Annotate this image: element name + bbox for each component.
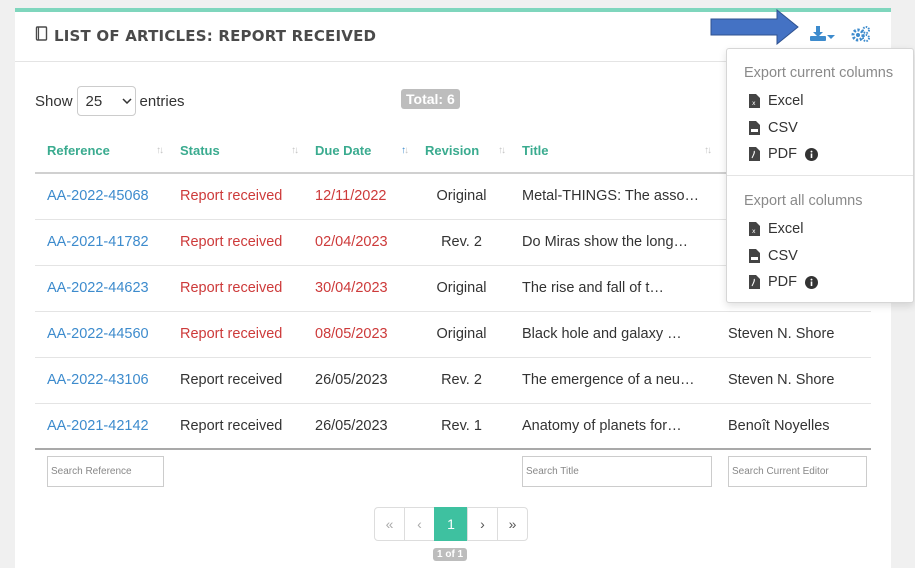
- annotation-arrow: [697, 8, 805, 48]
- column-header-revision[interactable]: Revision ↑↓: [413, 129, 510, 174]
- page-size-select[interactable]: 25: [76, 86, 136, 116]
- revision-cell: Original: [413, 173, 510, 220]
- table-row: AA-2022-43106 Report received 26/05/2023…: [35, 357, 871, 404]
- current-page-button[interactable]: 1: [434, 507, 468, 541]
- csv-file-icon: [747, 121, 761, 135]
- sort-icon: ↑↓: [401, 145, 409, 156]
- export-all-excel[interactable]: x Excel: [747, 221, 803, 237]
- download-icon: [810, 26, 826, 44]
- status-cell: Report received: [168, 311, 303, 358]
- pagination: « ‹ 1 › »: [374, 507, 528, 541]
- sort-icon: ↑↓: [291, 145, 299, 156]
- menu-divider: [727, 175, 913, 176]
- reference-link[interactable]: AA-2022-45068: [35, 173, 168, 220]
- reference-link[interactable]: AA-2021-42142: [35, 403, 168, 450]
- export-current-excel[interactable]: x Excel: [747, 93, 803, 109]
- revision-cell: Original: [413, 311, 510, 358]
- prev-page-button[interactable]: ‹: [404, 507, 435, 541]
- reference-link[interactable]: AA-2021-41782: [35, 219, 168, 266]
- reference-link[interactable]: AA-2022-44560: [35, 311, 168, 358]
- export-dropdown-button[interactable]: [810, 26, 836, 44]
- page-title: LIST OF ARTICLES: REPORT RECEIVED: [35, 26, 376, 45]
- editor-cell: Steven N. Shore: [716, 311, 871, 358]
- due-date-cell: 26/05/2023: [303, 403, 413, 450]
- table-row: AA-2021-42142 Report received 26/05/2023…: [35, 403, 871, 450]
- status-cell: Report received: [168, 265, 303, 312]
- title-cell: The rise and fall of t…: [510, 265, 716, 312]
- due-date-cell: 26/05/2023: [303, 357, 413, 404]
- title-cell: Anatomy of planets for…: [510, 403, 716, 450]
- export-all-pdf[interactable]: PDF: [747, 274, 818, 290]
- status-cell: Report received: [168, 173, 303, 220]
- excel-file-icon: x: [747, 94, 761, 108]
- column-header-status[interactable]: Status ↑↓: [168, 129, 303, 174]
- export-dropdown-menu: Export current columns x Excel CSV PDF E…: [726, 48, 914, 303]
- reference-link[interactable]: AA-2022-43106: [35, 357, 168, 404]
- due-date-cell: 12/11/2022: [303, 173, 413, 220]
- reference-link[interactable]: AA-2022-44623: [35, 265, 168, 312]
- editor-cell: Steven N. Shore: [716, 357, 871, 404]
- pdf-file-icon: [747, 147, 761, 161]
- title-cell: Black hole and galaxy …: [510, 311, 716, 358]
- search-title-input[interactable]: Search Title: [522, 456, 712, 487]
- revision-cell: Rev. 2: [413, 219, 510, 266]
- page-title-text: LIST OF ARTICLES: REPORT RECEIVED: [54, 26, 377, 45]
- next-page-button[interactable]: ›: [467, 507, 498, 541]
- export-current-pdf[interactable]: PDF: [747, 146, 818, 162]
- total-badge: Total: 6: [401, 89, 460, 109]
- chevron-down-icon: [119, 98, 135, 104]
- sort-icon: ↑↓: [156, 145, 164, 156]
- entries-label: entries: [139, 92, 185, 110]
- revision-cell: Rev. 2: [413, 357, 510, 404]
- book-icon: [35, 26, 48, 45]
- due-date-cell: 30/04/2023: [303, 265, 413, 312]
- revision-cell: Original: [413, 265, 510, 312]
- export-current-csv[interactable]: CSV: [747, 120, 798, 136]
- page-length-control: Show 25 entries: [35, 86, 185, 116]
- excel-file-icon: x: [747, 222, 761, 236]
- info-icon[interactable]: [805, 275, 818, 289]
- search-reference-input[interactable]: Search Reference: [47, 456, 164, 487]
- svg-text:x: x: [752, 100, 756, 107]
- export-current-heading: Export current columns: [744, 65, 894, 81]
- info-icon[interactable]: [805, 147, 818, 161]
- show-label: Show: [35, 92, 73, 110]
- due-date-cell: 02/04/2023: [303, 219, 413, 266]
- status-cell: Report received: [168, 219, 303, 266]
- export-all-csv[interactable]: CSV: [747, 248, 798, 264]
- column-header-reference[interactable]: Reference ↑↓: [35, 129, 168, 174]
- sort-icon: ↑↓: [498, 145, 506, 156]
- column-header-due-date[interactable]: Due Date ↑↓: [303, 129, 413, 174]
- pdf-file-icon: [747, 275, 761, 289]
- revision-cell: Rev. 1: [413, 403, 510, 450]
- last-page-button[interactable]: »: [497, 507, 528, 541]
- table-row: AA-2022-44560 Report received 08/05/2023…: [35, 311, 871, 358]
- svg-text:x: x: [752, 228, 756, 235]
- sort-icon: ↑↓: [704, 145, 712, 156]
- page-info-badge: 1 of 1: [433, 548, 468, 561]
- title-cell: The emergence of a neu…: [510, 357, 716, 404]
- caret-down-icon: [826, 27, 836, 43]
- export-all-heading: Export all columns: [744, 193, 863, 209]
- column-header-title[interactable]: Title ↑↓: [510, 129, 716, 174]
- status-cell: Report received: [168, 403, 303, 450]
- due-date-cell: 08/05/2023: [303, 311, 413, 358]
- first-page-button[interactable]: «: [374, 507, 405, 541]
- editor-cell: Benoît Noyelles: [716, 403, 871, 450]
- csv-file-icon: [747, 249, 761, 263]
- title-cell: Do Miras show the long…: [510, 219, 716, 266]
- settings-button[interactable]: [851, 26, 871, 45]
- page-size-value: 25: [85, 92, 103, 110]
- cogs-icon: [851, 26, 871, 45]
- title-cell: Metal-THINGS: The asso…: [510, 173, 716, 220]
- search-editor-input[interactable]: Search Current Editor: [728, 456, 867, 487]
- status-cell: Report received: [168, 357, 303, 404]
